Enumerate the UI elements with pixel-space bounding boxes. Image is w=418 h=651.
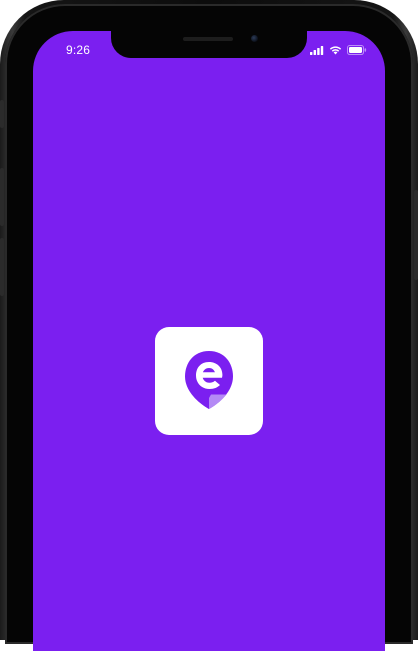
front-camera xyxy=(251,35,258,42)
volume-down-button xyxy=(0,238,4,296)
e-location-pin-logo-icon xyxy=(185,351,233,409)
app-logo-tile xyxy=(155,327,263,435)
power-button xyxy=(414,190,418,280)
battery-icon xyxy=(347,45,367,55)
phone-frame: 9:26 xyxy=(0,0,418,651)
status-icons xyxy=(310,45,367,55)
volume-up-button xyxy=(0,168,4,226)
notch xyxy=(111,31,307,58)
wifi-icon xyxy=(329,46,342,55)
splash-screen: 9:26 xyxy=(33,31,385,651)
cellular-signal-icon xyxy=(310,45,324,55)
speaker-grille xyxy=(183,37,233,41)
silent-switch xyxy=(0,100,4,128)
status-time: 9:26 xyxy=(66,43,91,57)
